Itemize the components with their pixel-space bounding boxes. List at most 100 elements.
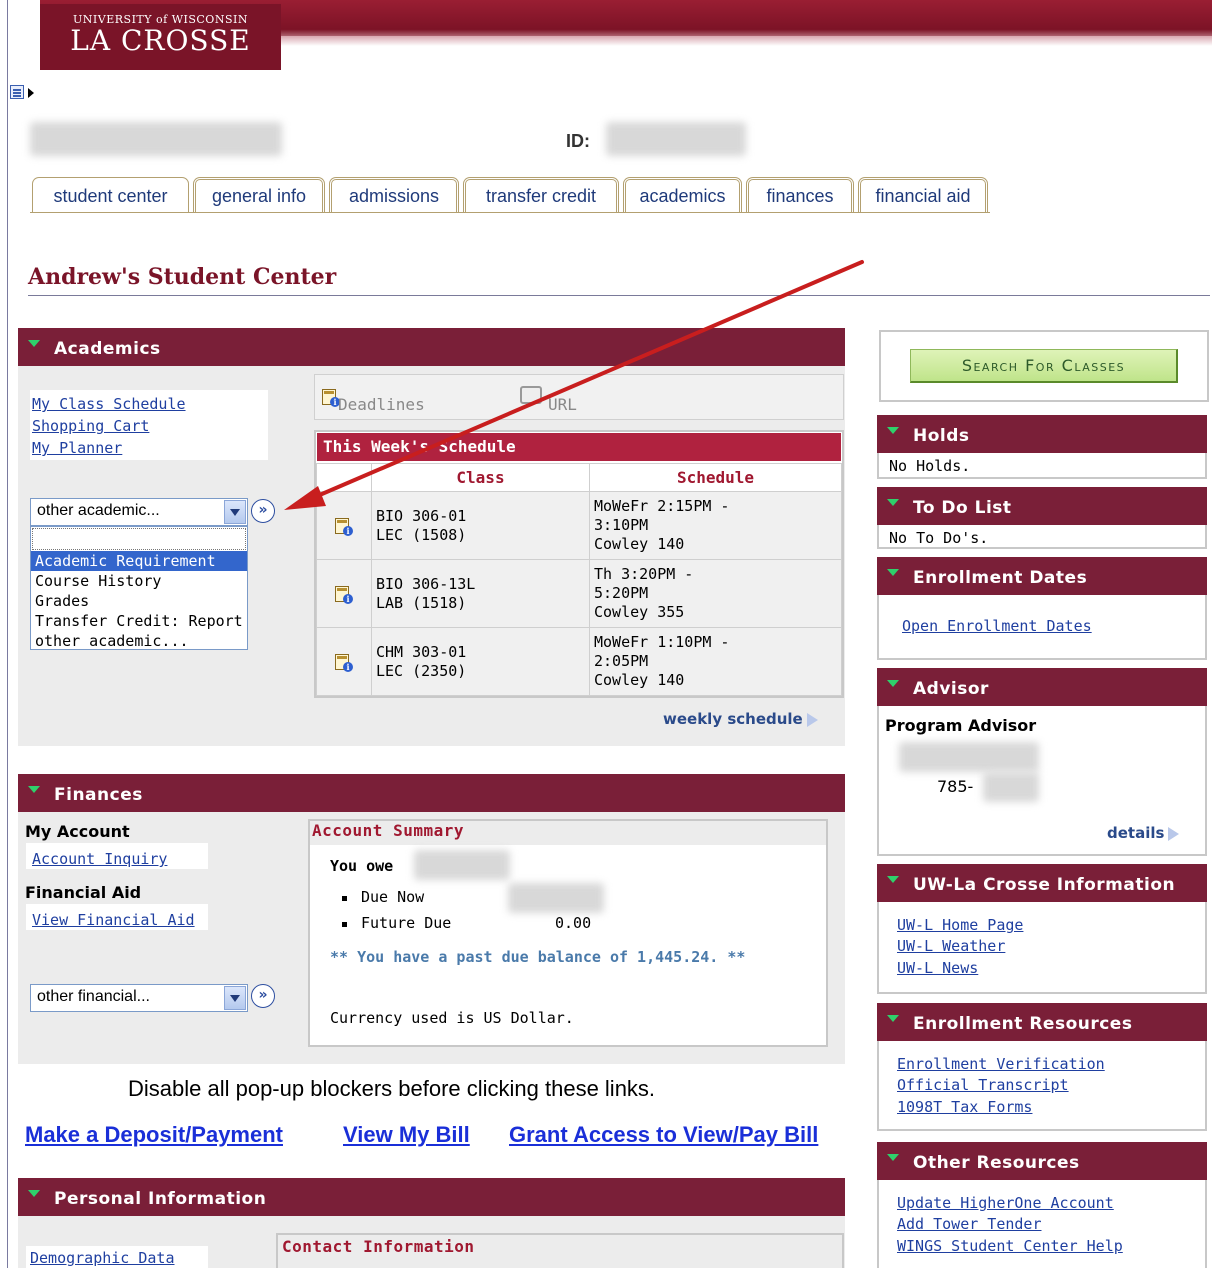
tab-financial-aid[interactable]: financial aid [858, 177, 988, 213]
todo-header-label: To Do List [913, 498, 1012, 518]
advisor-details-link[interactable]: details [1107, 824, 1180, 842]
collapse-triangle-icon[interactable] [887, 427, 899, 434]
collapse-triangle-icon[interactable] [887, 680, 899, 687]
collapse-triangle-icon[interactable] [28, 786, 40, 793]
other-resources-header[interactable]: Other Resources [877, 1142, 1207, 1180]
tab-label: finances [766, 186, 834, 206]
collapse-triangle-icon[interactable] [887, 1015, 899, 1022]
my-planner-link[interactable]: My Planner [32, 439, 122, 457]
tab-baseline [30, 212, 990, 213]
class-detail-cell[interactable]: i [316, 627, 372, 696]
open-enrollment-dates-link[interactable]: Open Enrollment Dates [902, 617, 1092, 635]
menu-toggle-icon[interactable] [10, 85, 24, 99]
listbox-option[interactable]: Transfer Credit: Report [31, 611, 247, 631]
collapse-triangle-icon[interactable] [887, 1154, 899, 1161]
expand-arrow-icon[interactable] [28, 88, 34, 98]
redacted-due-now [508, 883, 604, 913]
class-detail-cell[interactable]: i [316, 491, 372, 560]
listbox-option[interactable]: Course History [31, 571, 247, 591]
tax-forms-link[interactable]: 1098T Tax Forms [897, 1098, 1032, 1116]
deadlines-link[interactable]: Deadlines [338, 395, 425, 414]
listbox-option[interactable]: Academic Requirement [31, 551, 247, 571]
schedule-cell: MoWeFr 2:15PM -3:10PM Cowley 140 [589, 491, 842, 560]
redacted-advisor-phone [983, 772, 1039, 802]
tab-transfer-credit[interactable]: transfer credit [463, 177, 619, 213]
listbox-option[interactable]: Grades [31, 591, 247, 611]
class-info-icon[interactable]: i [335, 516, 353, 536]
shopping-cart-link[interactable]: Shopping Cart [32, 417, 149, 435]
advisor-panel: Advisor Program Advisor 785- details [877, 668, 1207, 856]
tab-admissions[interactable]: admissions [329, 177, 459, 213]
tab-academics[interactable]: academics [623, 177, 742, 213]
schedule-cell: Th 3:20PM -5:20PM Cowley 355 [589, 559, 842, 628]
weekly-schedule-link[interactable]: weekly schedule [663, 710, 818, 728]
view-financial-aid-link[interactable]: View Financial Aid [32, 911, 195, 929]
update-higherone-link[interactable]: Update HigherOne Account [897, 1194, 1114, 1212]
grant-access-link[interactable]: Grant Access to View/Pay Bill [509, 1122, 818, 1148]
wings-help-link[interactable]: WINGS Student Center Help [897, 1237, 1123, 1255]
enrollment-resources-header[interactable]: Enrollment Resources [877, 1003, 1207, 1041]
account-summary-title: Account Summary [310, 821, 826, 845]
url-link[interactable]: URL [548, 395, 577, 414]
page-title: Andrew's Student Center [28, 264, 337, 290]
make-deposit-payment-link[interactable]: Make a Deposit/Payment [25, 1122, 283, 1148]
other-resources-panel: Other Resources Update HigherOne Account… [877, 1142, 1207, 1268]
my-class-schedule-link[interactable]: My Class Schedule [32, 395, 186, 413]
collapse-triangle-icon[interactable] [28, 1190, 40, 1197]
account-inquiry-link[interactable]: Account Inquiry [32, 850, 167, 868]
class-info-icon[interactable]: i [335, 652, 353, 672]
demographic-data-link[interactable]: Demographic Data [30, 1249, 175, 1267]
schedule-time-end: 5:20PM [594, 584, 649, 602]
uwl-news-link[interactable]: UW-L News [897, 959, 978, 977]
class-component: LEC (1508) [376, 525, 467, 544]
listbox-blank-option[interactable] [32, 528, 246, 550]
tab-label: financial aid [875, 186, 971, 206]
class-info-icon[interactable]: i [335, 584, 353, 604]
collapse-triangle-icon[interactable] [28, 340, 40, 347]
schedule-time: MoWeFr 2:15PM - [594, 497, 730, 515]
official-transcript-link[interactable]: Official Transcript [897, 1076, 1069, 1094]
academics-header[interactable]: Academics [18, 328, 845, 366]
class-component: LEC (2350) [376, 661, 467, 680]
university-logo[interactable]: UNIVERSITY of WISCONSIN LA CROSSE [40, 4, 281, 70]
other-academic-select[interactable]: other academic... [30, 498, 248, 526]
url-icon[interactable] [520, 386, 542, 404]
academics-header-label: Academics [54, 339, 161, 359]
add-tower-tender-link[interactable]: Add Tower Tender [897, 1215, 1042, 1233]
collapse-triangle-icon[interactable] [887, 569, 899, 576]
tab-finances[interactable]: finances [746, 177, 854, 213]
search-for-classes-button[interactable]: Search For Classes [910, 349, 1178, 383]
class-component: LAB (1518) [376, 593, 467, 612]
schedule-room: Cowley 140 [594, 671, 685, 689]
tab-student-center[interactable]: student center [32, 177, 189, 213]
finances-header[interactable]: Finances [18, 774, 845, 812]
class-detail-cell[interactable]: i [316, 559, 372, 628]
schedule-room: Cowley 355 [594, 603, 685, 621]
class-section: BIO 306-13L [376, 574, 476, 593]
enrollment-verification-link[interactable]: Enrollment Verification [897, 1055, 1105, 1073]
schedule-column-header: Schedule [589, 463, 842, 492]
select-value: other academic... [37, 502, 160, 519]
advisor-header[interactable]: Advisor [877, 668, 1207, 706]
listbox-option[interactable]: other academic... [31, 631, 247, 649]
uwl-weather-link[interactable]: UW-L Weather [897, 937, 1005, 955]
enrollment-dates-panel: Enrollment Dates Open Enrollment Dates [877, 557, 1207, 660]
tab-general-info[interactable]: general info [193, 177, 325, 213]
enrollment-dates-header[interactable]: Enrollment Dates [877, 557, 1207, 595]
class-section: CHM 303-01 [376, 642, 467, 661]
view-my-bill-link[interactable]: View My Bill [343, 1122, 470, 1148]
collapse-triangle-icon[interactable] [887, 499, 899, 506]
schedule-room: Cowley 140 [594, 535, 685, 553]
academic-options-listbox[interactable]: Academic Requirement Course History Grad… [30, 526, 248, 650]
go-arrow-button[interactable]: » [251, 499, 275, 523]
personal-info-header[interactable]: Personal Information [18, 1178, 845, 1216]
collapse-triangle-icon[interactable] [887, 876, 899, 883]
holds-header[interactable]: Holds [877, 415, 1207, 453]
uwl-home-page-link[interactable]: UW-L Home Page [897, 916, 1023, 934]
chevron-down-icon[interactable] [224, 986, 246, 1010]
uwl-info-header[interactable]: UW-La Crosse Information [877, 864, 1207, 902]
other-financial-select[interactable]: other financial... [30, 984, 248, 1012]
go-arrow-button[interactable]: » [251, 984, 275, 1008]
todo-header[interactable]: To Do List [877, 487, 1207, 525]
chevron-down-icon[interactable] [224, 500, 246, 524]
